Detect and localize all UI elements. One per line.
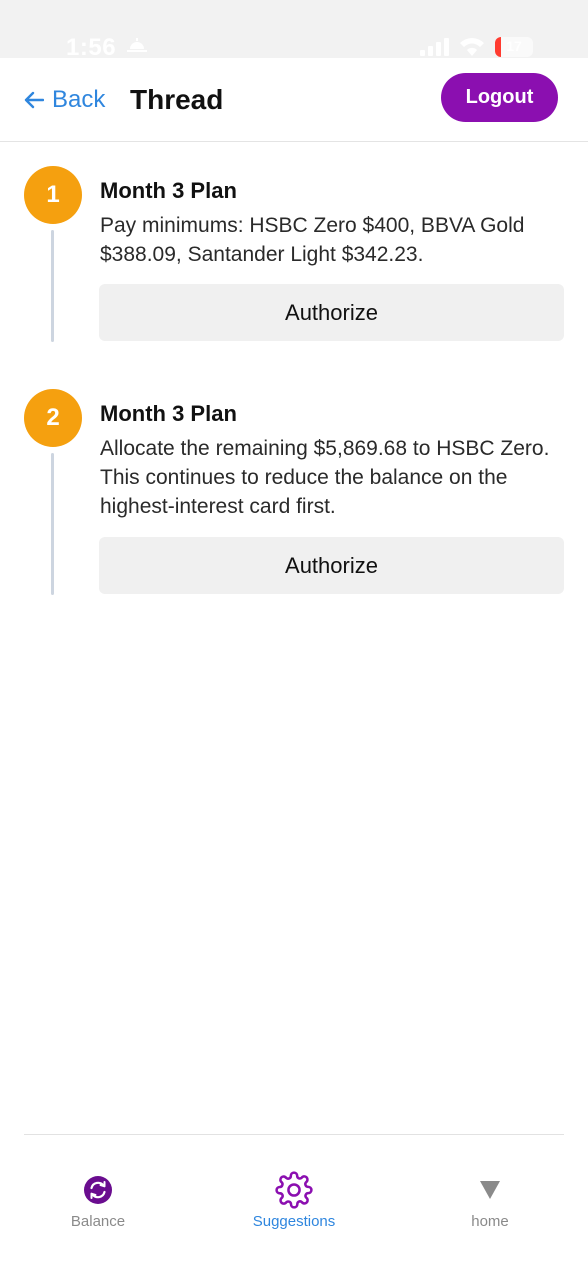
step-description: Pay minimums: HSBC Zero $400, BBVA Gold … — [100, 214, 525, 266]
gear-icon — [275, 1171, 313, 1209]
nav-label-balance: Balance — [70, 1213, 126, 1230]
step-number-badge: 2 — [24, 389, 82, 447]
page-title: Thread — [130, 84, 224, 115]
nav-label-suggestions: Suggestions — [252, 1213, 336, 1230]
arrow-left-icon — [24, 91, 44, 109]
nav-item-home[interactable]: home — [410, 1170, 570, 1230]
logout-button[interactable]: Logout — [441, 73, 558, 122]
step-connector-line — [51, 453, 54, 595]
step-number-badge: 1 — [24, 166, 82, 224]
step-connector-line — [51, 230, 54, 342]
back-button[interactable]: Back — [24, 86, 105, 114]
authorize-button[interactable]: Authorize — [99, 537, 564, 594]
wifi-icon — [460, 38, 484, 56]
back-label: Back — [52, 86, 106, 113]
status-bar: 1:56 17 — [0, 0, 588, 61]
nav-label-home: home — [471, 1213, 509, 1230]
nav-item-balance[interactable]: Balance — [18, 1170, 178, 1230]
step-title: Month 3 Plan — [100, 401, 237, 426]
triangle-down-icon — [480, 1181, 500, 1199]
battery-level: 17 — [506, 38, 522, 54]
nav-item-suggestions[interactable]: Suggestions — [214, 1170, 374, 1230]
step-title: Month 3 Plan — [100, 178, 237, 203]
battery-icon: 17 — [495, 37, 533, 57]
refresh-circle-icon — [84, 1176, 112, 1204]
header: Back Thread Logout — [0, 58, 588, 142]
bottom-nav-divider — [24, 1134, 564, 1135]
cellular-signal-icon — [420, 38, 449, 56]
step-description: Allocate the remaining $5,869.68 to HSBC… — [100, 437, 550, 518]
sunrise-icon — [127, 38, 147, 52]
authorize-button[interactable]: Authorize — [99, 284, 564, 341]
